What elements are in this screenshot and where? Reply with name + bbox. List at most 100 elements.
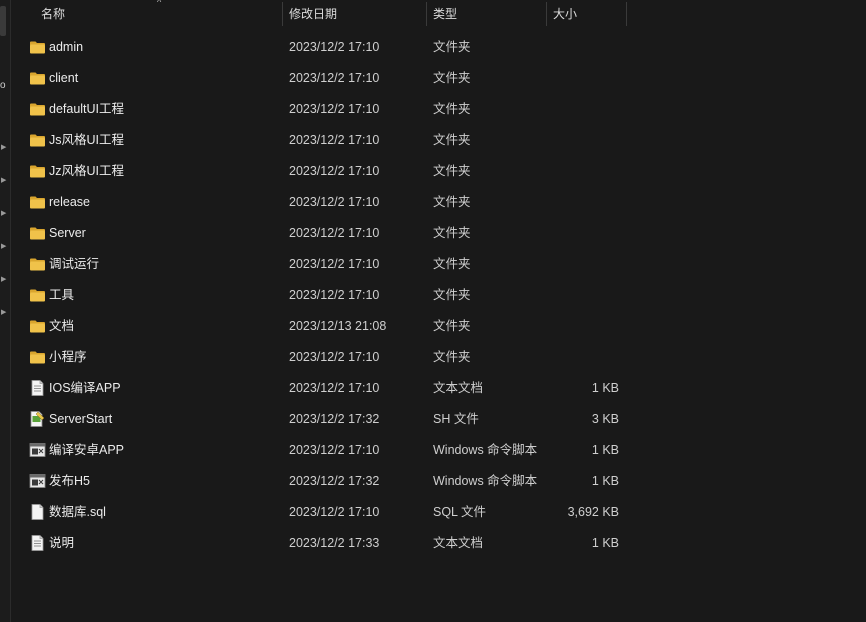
batch-file-icon	[29, 442, 46, 458]
script-file-icon	[29, 411, 46, 427]
file-size	[551, 280, 619, 311]
file-type: 文本文档	[433, 536, 484, 550]
file-type: 文件夹	[433, 71, 471, 85]
navigation-pane[interactable]: o ▶ ▶ ▶ ▶ ▶ ▶	[0, 0, 10, 622]
file-size	[551, 63, 619, 94]
file-row[interactable]: 数据库.sql 2023/12/2 17:10 SQL 文件 3,692 KB	[11, 497, 866, 528]
file-type: 文件夹	[433, 226, 471, 240]
folder-icon	[29, 101, 46, 117]
file-modified-date: 2023/12/2 17:10	[289, 443, 380, 457]
file-row[interactable]: Js风格UI工程 2023/12/2 17:10 文件夹	[11, 125, 866, 156]
file-row[interactable]: 工具 2023/12/2 17:10 文件夹	[11, 280, 866, 311]
folder-icon	[29, 194, 46, 210]
file-name: 工具	[49, 288, 75, 302]
file-name: 小程序	[49, 350, 87, 364]
file-name: 编译安卓APP	[49, 443, 125, 457]
file-row[interactable]: ServerStart 2023/12/2 17:32 SH 文件 3 KB	[11, 404, 866, 435]
file-type: 文件夹	[433, 257, 471, 271]
file-list: admin 2023/12/2 17:10 文件夹 client 2023/12/2 1…	[11, 32, 866, 559]
file-size: 3 KB	[591, 412, 619, 426]
file-modified-date: 2023/12/2 17:32	[289, 474, 380, 488]
file-name: ServerStart	[49, 412, 113, 426]
file-explorer-window: o ▶ ▶ ▶ ▶ ▶ ▶ 名称 ^ 修改日期 类型 大小 admin 2023/…	[0, 0, 866, 622]
column-header-type[interactable]: 类型	[425, 0, 545, 28]
file-name: 调试运行	[49, 257, 100, 271]
folder-icon	[29, 256, 46, 272]
file-name: release	[49, 195, 90, 209]
chevron-right-icon[interactable]: ▶	[1, 210, 7, 218]
file-row[interactable]: 编译安卓APP 2023/12/2 17:10 Windows 命令脚本 1 KB	[11, 435, 866, 466]
file-row[interactable]: admin 2023/12/2 17:10 文件夹	[11, 32, 866, 63]
file-size: 1 KB	[591, 536, 619, 550]
folder-icon	[29, 132, 46, 148]
chevron-right-icon[interactable]: ▶	[1, 144, 7, 152]
file-modified-date: 2023/12/2 17:10	[289, 505, 380, 519]
text-file-icon	[29, 380, 46, 396]
file-row[interactable]: client 2023/12/2 17:10 文件夹	[11, 63, 866, 94]
file-row[interactable]: 小程序 2023/12/2 17:10 文件夹	[11, 342, 866, 373]
file-row[interactable]: 文档 2023/12/13 21:08 文件夹	[11, 311, 866, 342]
folder-icon	[29, 39, 46, 55]
file-size: 3,692 KB	[567, 505, 619, 519]
file-name: Server	[49, 226, 86, 240]
file-modified-date: 2023/12/2 17:10	[289, 71, 380, 85]
file-name: IOS编译APP	[49, 381, 121, 395]
file-modified-date: 2023/12/2 17:10	[289, 226, 380, 240]
file-modified-date: 2023/12/2 17:10	[289, 195, 380, 209]
file-row[interactable]: 说明 2023/12/2 17:33 文本文档 1 KB	[11, 528, 866, 559]
chevron-right-icon[interactable]: ▶	[1, 243, 7, 251]
file-type: Windows 命令脚本	[433, 443, 538, 457]
file-modified-date: 2023/12/2 17:10	[289, 257, 380, 271]
column-header-date[interactable]: 修改日期	[281, 0, 426, 28]
file-modified-date: 2023/12/2 17:10	[289, 381, 380, 395]
file-type: 文件夹	[433, 133, 471, 147]
file-row[interactable]: IOS编译APP 2023/12/2 17:10 文本文档 1 KB	[11, 373, 866, 404]
file-type: 文件夹	[433, 350, 471, 364]
column-header-bar: 名称 ^ 修改日期 类型 大小	[11, 0, 866, 28]
file-row[interactable]: Server 2023/12/2 17:10 文件夹	[11, 218, 866, 249]
chevron-right-icon[interactable]: ▶	[1, 276, 7, 284]
file-size	[551, 32, 619, 63]
file-row[interactable]: Jz风格UI工程 2023/12/2 17:10 文件夹	[11, 156, 866, 187]
column-header-type-label: 类型	[433, 7, 458, 21]
file-modified-date: 2023/12/2 17:10	[289, 350, 380, 364]
file-type: Windows 命令脚本	[433, 474, 538, 488]
file-size	[551, 187, 619, 218]
nav-scrollbar[interactable]	[0, 6, 6, 36]
column-header-date-label: 修改日期	[289, 7, 338, 21]
chevron-right-icon[interactable]: ▶	[1, 177, 7, 185]
file-row[interactable]: defaultUI工程 2023/12/2 17:10 文件夹	[11, 94, 866, 125]
folder-icon	[29, 163, 46, 179]
folder-icon	[29, 349, 46, 365]
file-size	[551, 249, 619, 280]
file-name: 数据库.sql	[49, 505, 106, 519]
column-header-size-label: 大小	[553, 7, 578, 21]
file-modified-date: 2023/12/2 17:10	[289, 133, 380, 147]
file-size	[551, 342, 619, 373]
file-name: admin	[49, 40, 84, 54]
batch-file-icon	[29, 473, 46, 489]
file-modified-date: 2023/12/2 17:10	[289, 288, 380, 302]
file-row[interactable]: 发布H5 2023/12/2 17:32 Windows 命令脚本 1 KB	[11, 466, 866, 497]
file-modified-date: 2023/12/2 17:10	[289, 40, 380, 54]
file-row[interactable]: release 2023/12/2 17:10 文件夹	[11, 187, 866, 218]
column-header-name-label: 名称	[41, 7, 66, 21]
blank-file-icon	[29, 504, 46, 520]
chevron-right-icon[interactable]: ▶	[1, 309, 7, 317]
folder-icon	[29, 70, 46, 86]
file-size	[551, 125, 619, 156]
file-type: 文件夹	[433, 102, 471, 116]
file-size: 1 KB	[591, 381, 619, 395]
column-header-size[interactable]: 大小	[545, 0, 625, 28]
file-modified-date: 2023/12/2 17:32	[289, 412, 380, 426]
column-resize-handle[interactable]	[626, 2, 627, 26]
sort-ascending-icon: ^	[157, 0, 162, 7]
folder-icon	[29, 225, 46, 241]
file-type: 文件夹	[433, 195, 471, 209]
file-size: 1 KB	[591, 443, 619, 457]
file-name: Js风格UI工程	[49, 133, 125, 147]
file-name: client	[49, 71, 79, 85]
file-row[interactable]: 调试运行 2023/12/2 17:10 文件夹	[11, 249, 866, 280]
file-size	[551, 311, 619, 342]
folder-icon	[29, 287, 46, 303]
